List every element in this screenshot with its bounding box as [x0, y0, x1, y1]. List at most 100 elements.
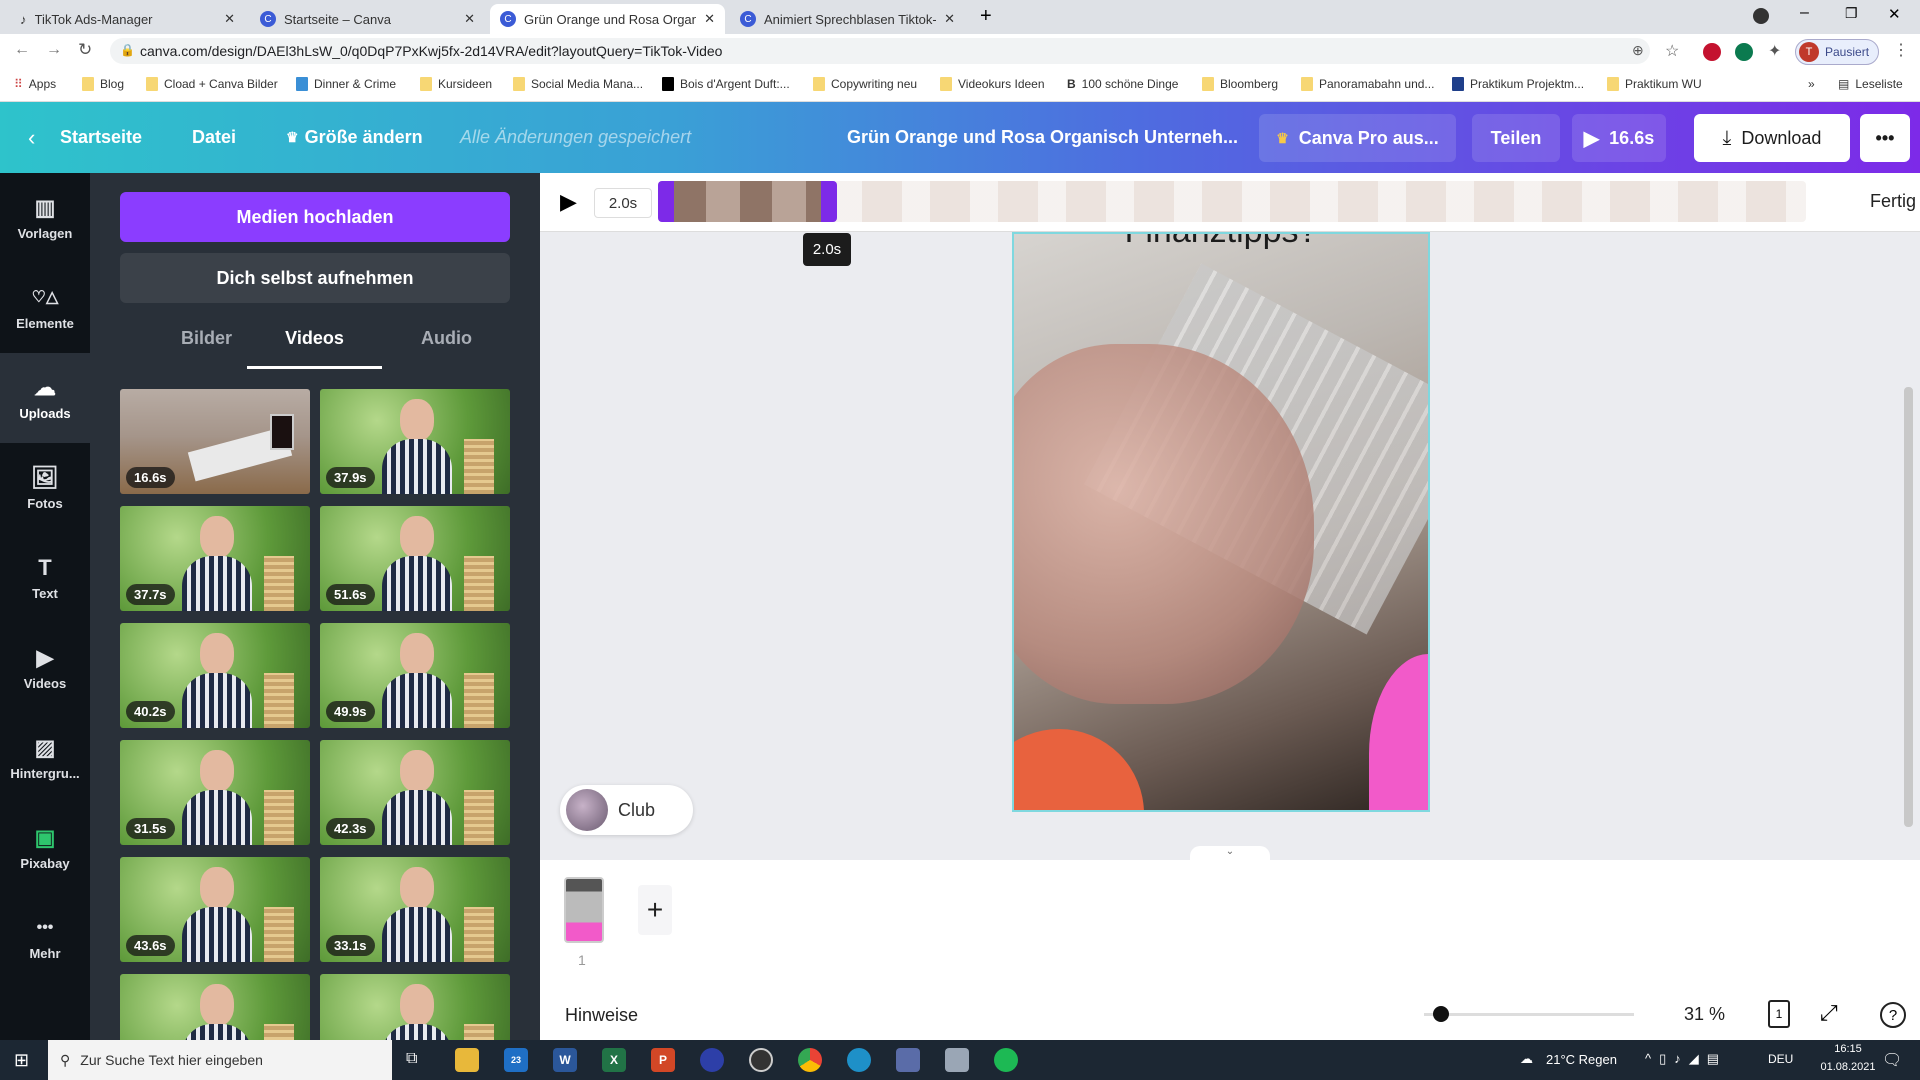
bookmark-dinner[interactable]: Dinner & Crime [296, 77, 396, 91]
fullscreen-icon[interactable]: ⤢ [1820, 1000, 1838, 1026]
reading-list[interactable]: ▤ Leseliste [1838, 77, 1903, 91]
vertical-scrollbar[interactable] [1904, 387, 1913, 827]
maximize-button[interactable]: ❐ [1845, 5, 1858, 22]
forward-icon[interactable]: → [46, 41, 62, 59]
profile-button[interactable]: T Pausiert [1795, 39, 1879, 65]
bookmark-kursideen[interactable]: Kursideen [420, 77, 492, 91]
close-icon[interactable]: ✕ [224, 11, 235, 27]
close-icon[interactable]: ✕ [704, 11, 715, 27]
club-pill[interactable]: Club [560, 785, 693, 835]
excel-icon[interactable]: X [602, 1048, 626, 1072]
obs-icon[interactable] [749, 1048, 773, 1072]
canva-pro-button[interactable]: ♛ Canva Pro aus... [1259, 114, 1456, 162]
chrome-menu-icon[interactable]: ⋮ [1893, 40, 1909, 60]
video-thumbnail[interactable]: 42.3s [320, 740, 510, 845]
share-button[interactable]: Teilen [1472, 114, 1560, 162]
file-explorer-icon[interactable] [455, 1048, 479, 1072]
video-thumbnail[interactable]: 43.6s [120, 857, 310, 962]
zoom-slider[interactable] [1424, 1013, 1634, 1016]
rail-item-hintergrund[interactable]: ▨ Hintergru... [0, 713, 90, 803]
bookmark-bois[interactable]: Bois d'Argent Duft:... [662, 77, 790, 91]
rail-item-videos[interactable]: ▶ Videos [0, 623, 90, 713]
app-icon[interactable] [700, 1048, 724, 1072]
minimize-button[interactable]: – [1800, 4, 1809, 22]
bookmark-100-dinge[interactable]: B 100 schöne Dinge [1067, 77, 1178, 91]
url-input[interactable]: 🔒 canva.com/design/DAEl3hLsW_0/q0DqP7PxKw… [110, 38, 1650, 64]
tab-canva-home[interactable]: C Startseite – Canva ✕ [250, 4, 485, 34]
add-page-button[interactable]: + [638, 885, 672, 935]
adblock-icon[interactable] [1703, 43, 1721, 61]
windows-start-icon[interactable]: ⊞ [14, 1050, 29, 1071]
video-thumbnail[interactable]: 40.2s [120, 623, 310, 728]
page-thumbnail[interactable] [564, 877, 604, 943]
video-thumbnail[interactable]: 16.6s [120, 389, 310, 494]
zoom-percent[interactable]: 31 % [1684, 1004, 1725, 1025]
tab-audio[interactable]: Audio [379, 328, 514, 349]
new-tab-button[interactable]: + [980, 5, 992, 28]
more-options-button[interactable]: ••• [1860, 114, 1910, 162]
tab-canva-design[interactable]: C Grün Orange und Rosa Organisc ✕ [490, 4, 725, 34]
spotify-icon[interactable] [994, 1048, 1018, 1072]
word-icon[interactable]: W [553, 1048, 577, 1072]
mail-icon[interactable]: 23 [504, 1048, 528, 1072]
app-icon[interactable] [896, 1048, 920, 1072]
video-thumbnail[interactable]: 51.6s [320, 506, 510, 611]
taskbar-search-input[interactable]: ⚲ Zur Suche Text hier eingeben [48, 1040, 392, 1080]
page-heading-text[interactable]: Finanztipps? [1014, 234, 1428, 251]
rail-item-fotos[interactable]: 🖼 Fotos [0, 443, 90, 533]
file-menu[interactable]: Datei [192, 102, 236, 173]
video-thumbnail[interactable]: 33.1s [320, 857, 510, 962]
task-view-icon[interactable]: ⧉ [406, 1050, 417, 1068]
bookmark-praktikum-projekt[interactable]: Praktikum Projektm... [1452, 77, 1584, 91]
close-window-button[interactable]: ✕ [1888, 5, 1901, 23]
bookmark-bloomberg[interactable]: Bloomberg [1202, 77, 1278, 91]
notifications-icon[interactable]: 🗨 [1882, 1050, 1902, 1070]
tab-videos[interactable]: Videos [247, 328, 382, 349]
download-button[interactable]: ⤓ Download [1694, 114, 1850, 162]
record-yourself-button[interactable]: Dich selbst aufnehmen [120, 253, 510, 303]
star-icon[interactable]: ☆ [1665, 41, 1679, 61]
play-button[interactable]: ▶ 16.6s [1572, 114, 1666, 162]
rail-item-pixabay[interactable]: ▣ Pixabay [0, 803, 90, 893]
edge-icon[interactable] [847, 1048, 871, 1072]
back-icon[interactable]: ← [14, 41, 30, 59]
bookmark-blog[interactable]: Blog [82, 77, 124, 91]
bookmark-cload[interactable]: Cload + Canva Bilder [146, 77, 278, 91]
play-icon[interactable]: ▶ [560, 189, 577, 215]
back-chevron-icon[interactable]: ‹ [28, 102, 35, 173]
video-thumbnail[interactable]: 37.7s [120, 506, 310, 611]
video-thumbnail[interactable]: 49.9s [320, 623, 510, 728]
design-title[interactable]: Grün Orange und Rosa Organisch Unterneh.… [847, 102, 1238, 173]
weather-text[interactable]: 21°C Regen [1546, 1052, 1617, 1067]
clock-time[interactable]: 16:15 [1818, 1043, 1878, 1055]
rail-item-mehr[interactable]: ••• Mehr [0, 893, 90, 983]
collapse-pages-chevron-icon[interactable]: ⌄ [1190, 846, 1270, 860]
video-thumbnail[interactable]: 31.5s [120, 740, 310, 845]
extensions-puzzle-icon[interactable]: ✦ [1768, 41, 1781, 61]
rail-item-text[interactable]: T Text [0, 533, 90, 623]
language-indicator[interactable]: DEU [1768, 1052, 1793, 1066]
bookmark-social[interactable]: Social Media Mana... [513, 77, 643, 91]
page-count-button[interactable]: 1 [1768, 1000, 1790, 1028]
video-thumbnail[interactable] [120, 974, 310, 1040]
more-bookmarks-icon[interactable]: » [1808, 77, 1815, 91]
zoom-icon[interactable]: ⊕ [1632, 42, 1644, 59]
bookmark-praktikum-wu[interactable]: Praktikum WU [1607, 77, 1702, 91]
clock-date[interactable]: 01.08.2021 [1818, 1061, 1878, 1073]
video-thumbnail[interactable] [320, 974, 510, 1040]
app-icon[interactable] [945, 1048, 969, 1072]
bookmark-videokurs[interactable]: Videokurs Ideen [940, 77, 1045, 91]
bookmark-panoramabahn[interactable]: Panoramabahn und... [1301, 77, 1434, 91]
chrome-icon[interactable] [798, 1048, 822, 1072]
trim-selection[interactable] [658, 181, 837, 222]
video-thumbnail[interactable]: 37.9s [320, 389, 510, 494]
help-button[interactable]: ? [1880, 1002, 1906, 1028]
bookmark-copywriting[interactable]: Copywriting neu [813, 77, 917, 91]
zoom-slider-knob[interactable] [1433, 1006, 1449, 1022]
rail-item-uploads[interactable]: ☁ Uploads [0, 353, 90, 443]
tab-tiktok-ads[interactable]: ♪ TikTok Ads-Manager ✕ [10, 4, 245, 34]
bookmark-apps[interactable]: ⠿ Apps [14, 77, 56, 91]
close-icon[interactable]: ✕ [944, 11, 955, 27]
powerpoint-icon[interactable]: P [651, 1048, 675, 1072]
resize-button[interactable]: ♛ Größe ändern [286, 102, 423, 173]
